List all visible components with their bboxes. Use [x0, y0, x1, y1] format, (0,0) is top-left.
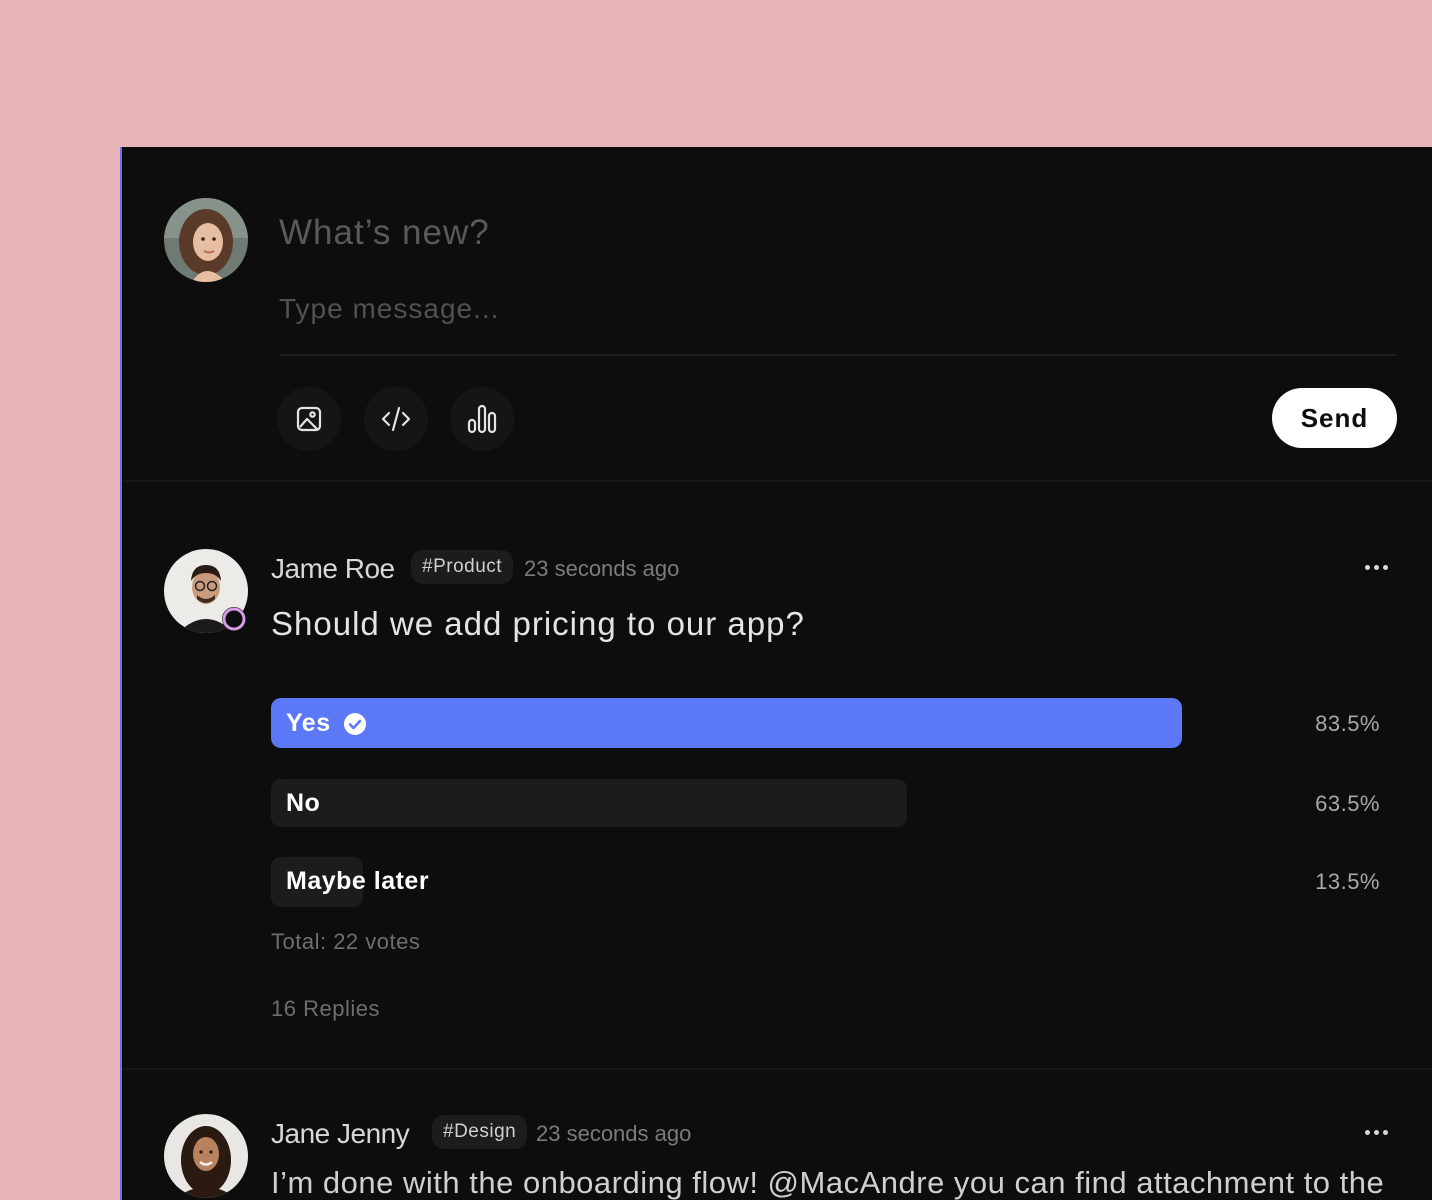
post-body: I’m done with the onboarding flow! @MacA…	[271, 1165, 1385, 1200]
more-dot-icon	[1374, 565, 1379, 570]
app-frame: What’s new? Send	[0, 0, 1432, 1200]
check-circle-icon	[344, 713, 366, 735]
poll-option-label: Maybe later	[286, 867, 430, 895]
post-author-avatar	[164, 1114, 248, 1198]
code-icon	[381, 406, 411, 432]
post-author-name[interactable]: Jane Jenny	[271, 1118, 410, 1150]
post-author-name[interactable]: Jame Roe	[271, 553, 395, 585]
insert-code-button[interactable]	[364, 387, 428, 451]
post-timestamp: 23 seconds ago	[536, 1121, 692, 1146]
online-status-ring	[222, 607, 246, 631]
poll-option-label: No	[286, 789, 321, 817]
poll-option-no[interactable]	[271, 779, 907, 827]
more-dot-icon	[1374, 1130, 1379, 1135]
poll-question: Should we add pricing to our app?	[271, 605, 805, 642]
post-separator	[122, 1068, 1432, 1070]
message-input[interactable]	[279, 293, 1379, 325]
feed-panel: What’s new? Send	[120, 147, 1432, 1200]
more-dot-icon	[1383, 565, 1388, 570]
post-timestamp: 23 seconds ago	[524, 556, 680, 581]
image-icon	[296, 406, 322, 432]
poll-option-percent: 63.5%	[1315, 791, 1380, 816]
current-user-avatar	[164, 198, 248, 282]
post-tag[interactable]: #Product	[411, 550, 514, 584]
attach-image-button[interactable]	[277, 387, 341, 451]
poll-option-yes[interactable]	[271, 698, 1182, 748]
poll-option-percent: 83.5%	[1315, 711, 1380, 736]
post-tag[interactable]: #Design	[432, 1115, 528, 1149]
composer-title: What’s new?	[279, 213, 490, 252]
replies-link[interactable]: 16 Replies	[271, 996, 380, 1022]
poll-option-percent: 13.5%	[1315, 869, 1380, 894]
more-dot-icon	[1365, 1130, 1370, 1135]
poll-total-votes: Total: 22 votes	[271, 929, 421, 954]
more-dot-icon	[1383, 1130, 1388, 1135]
create-poll-button[interactable]	[450, 387, 514, 451]
post-more-button[interactable]	[1365, 1130, 1388, 1135]
composer-divider	[279, 354, 1397, 356]
composer-separator	[122, 480, 1432, 482]
post-more-button[interactable]	[1365, 565, 1388, 570]
more-dot-icon	[1365, 565, 1370, 570]
send-button[interactable]: Send	[1272, 388, 1397, 448]
poll-option-label: Yes	[286, 709, 331, 737]
poll-chart-icon	[467, 404, 497, 434]
